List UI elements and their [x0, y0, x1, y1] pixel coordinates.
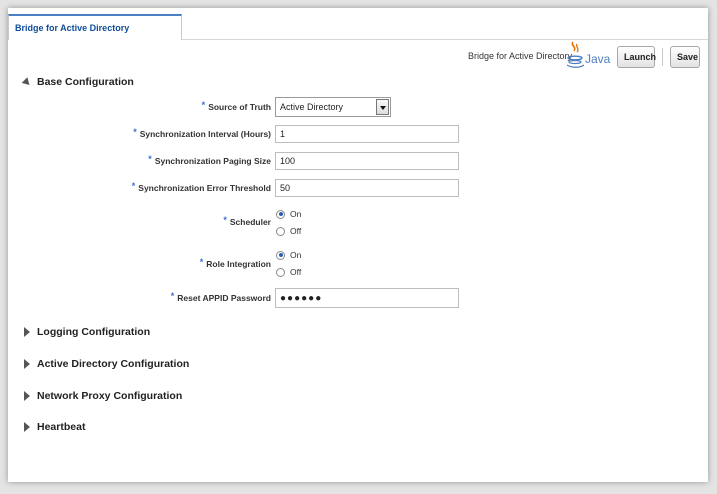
source-of-truth-label: * Source of Truth [201, 100, 271, 112]
source-of-truth-value: Active Directory [280, 102, 344, 112]
tab-bar-divider [182, 39, 708, 40]
required-marker: * [199, 257, 204, 267]
save-button[interactable]: Save [670, 46, 700, 68]
role-integration-on-radio[interactable]: On [276, 250, 301, 260]
scheduler-off-radio[interactable]: Off [276, 226, 301, 236]
section-network-proxy-configuration[interactable]: Network Proxy Configuration [22, 390, 182, 402]
required-marker: * [133, 127, 137, 137]
expand-triangle-icon[interactable] [22, 422, 34, 432]
section-heartbeat[interactable]: Heartbeat [22, 421, 85, 433]
role-integration-off-radio[interactable]: Off [276, 267, 301, 277]
sync-paging-label: * Synchronization Paging Size [148, 154, 271, 166]
expand-triangle-icon[interactable] [22, 359, 34, 369]
toolbar-separator [662, 48, 663, 66]
required-marker: * [170, 291, 175, 301]
sync-interval-input[interactable]: 1 [275, 125, 459, 143]
radio-checked-icon[interactable] [276, 209, 285, 219]
dropdown-arrow-icon[interactable] [376, 99, 389, 115]
sync-paging-input[interactable]: 100 [275, 152, 459, 170]
scheduler-on-radio[interactable]: On [276, 209, 301, 219]
section-logging-configuration[interactable]: Logging Configuration [22, 326, 150, 338]
tab-bridge-active-directory[interactable]: Bridge for Active Directory [8, 14, 182, 40]
section-base-configuration-title: Base Configuration [37, 76, 134, 88]
radio-checked-icon[interactable] [276, 250, 285, 260]
section-active-directory-configuration[interactable]: Active Directory Configuration [22, 358, 189, 370]
radio-unchecked-icon[interactable] [276, 226, 285, 236]
launch-button[interactable]: Launch [617, 46, 656, 68]
required-marker: * [148, 154, 152, 164]
radio-unchecked-icon[interactable] [276, 267, 285, 277]
section-base-configuration[interactable]: Base Configuration [22, 76, 134, 88]
scheduler-label: * Scheduler [223, 215, 271, 227]
sync-error-input[interactable]: 50 [275, 179, 459, 197]
role-integration-label: * Role Integration [199, 257, 271, 269]
main-panel: Bridge for Active Directory Bridge for A… [8, 8, 708, 482]
toolbar-app-label: Bridge for Active Directory [468, 51, 573, 61]
java-logo-icon: Java [566, 41, 611, 68]
java-logo-text: Java [585, 52, 611, 66]
reset-password-input[interactable]: ●●●●●● [275, 288, 459, 308]
required-marker: * [201, 100, 206, 110]
required-marker: * [131, 181, 136, 191]
sync-interval-label: * Synchronization Interval (Hours) [133, 127, 271, 139]
expand-triangle-icon[interactable] [22, 327, 34, 337]
collapse-triangle-icon[interactable] [22, 77, 34, 87]
required-marker: * [223, 215, 227, 225]
source-of-truth-select[interactable]: Active Directory [275, 97, 391, 117]
sync-error-label: * Synchronization Error Threshold [131, 181, 271, 193]
expand-triangle-icon[interactable] [22, 391, 34, 401]
reset-password-label: * Reset APPID Password [170, 291, 271, 303]
